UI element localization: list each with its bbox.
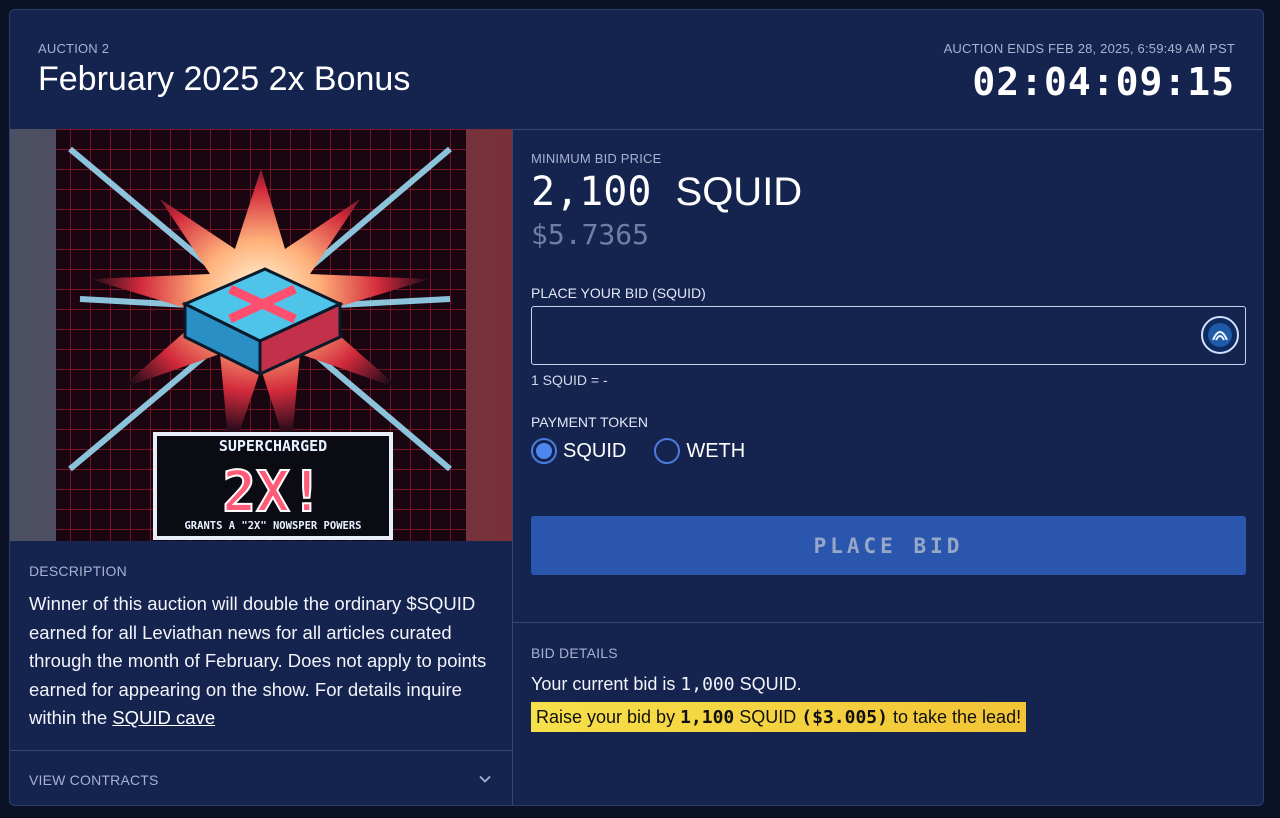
squid-token-icon <box>1201 316 1239 354</box>
auction-end-time: AUCTION ENDS FEB 28, 2025, 6:59:49 AM PS… <box>943 41 1235 56</box>
place-bid-button[interactable]: PLACE BID <box>531 516 1246 575</box>
view-contracts-label: VIEW CONTRACTS <box>29 772 159 788</box>
payment-option-weth[interactable]: WETH <box>654 438 745 464</box>
squid-cave-link[interactable]: SQUID cave <box>112 707 215 728</box>
radio-button-selected[interactable] <box>531 438 557 464</box>
radio-button[interactable] <box>654 438 681 464</box>
raise-amount: 1,100 <box>680 707 735 728</box>
view-contracts-toggle[interactable]: VIEW CONTRACTS <box>10 750 512 805</box>
minimum-bid-label: MINIMUM BID PRICE <box>531 151 662 166</box>
description-label: DESCRIPTION <box>29 563 127 579</box>
minimum-bid-value: 2,100 <box>531 169 652 215</box>
description-section: DESCRIPTION Winner of this auction will … <box>10 541 512 751</box>
exchange-rate: 1 SQUID = - <box>531 372 608 388</box>
artwork-image: SUPERCHARGED 2X! GRANTS A "2X" NOWSPER P… <box>10 129 512 541</box>
bid-input-wrapper <box>531 306 1246 366</box>
current-bid-text: Your current bid is 1,000 SQUID. <box>531 674 802 695</box>
bid-details-label: BID DETAILS <box>531 645 618 661</box>
raise-usd: ($3.005) <box>801 707 888 728</box>
current-bid-value: 1,000 <box>680 674 735 695</box>
minimum-bid-unit: SQUID <box>675 170 803 214</box>
bid-panel: MINIMUM BID PRICE 2,100 SQUID $5.7365 PL… <box>513 129 1263 805</box>
bid-input-label: PLACE YOUR BID (SQUID) <box>531 285 706 301</box>
auction-header: AUCTION 2 February 2025 2x Bonus AUCTION… <box>10 10 1263 130</box>
artwork-big-text: 2X! <box>222 460 323 525</box>
divider <box>513 622 1263 623</box>
minimum-bid-usd: $5.7365 <box>531 218 650 251</box>
description-text: Winner of this auction will double the o… <box>29 590 494 733</box>
minimum-bid-price: 2,100 SQUID <box>531 169 802 215</box>
payment-option-squid[interactable]: SQUID <box>531 438 626 464</box>
artwork-top-text: SUPERCHARGED <box>219 437 327 455</box>
auction-card: AUCTION 2 February 2025 2x Bonus AUCTION… <box>9 9 1264 806</box>
payment-option-label: SQUID <box>563 439 627 462</box>
payment-token-label: PAYMENT TOKEN <box>531 414 648 430</box>
auction-artwork: SUPERCHARGED 2X! GRANTS A "2X" NOWSPER P… <box>10 129 512 541</box>
page-title: February 2025 2x Bonus <box>38 60 411 98</box>
chevron-down-icon <box>479 775 491 783</box>
left-column: SUPERCHARGED 2X! GRANTS A "2X" NOWSPER P… <box>10 129 513 805</box>
raise-bid-notice: Raise your bid by 1,100 SQUID ($3.005) t… <box>531 702 1027 732</box>
countdown-timer: 02:04:09:15 <box>972 60 1235 104</box>
bid-amount-input[interactable] <box>532 307 1188 366</box>
description-body: Winner of this auction will double the o… <box>29 593 487 728</box>
payment-option-label: WETH <box>686 439 746 462</box>
auction-number: AUCTION 2 <box>38 41 110 56</box>
artwork-bottom-text: GRANTS A "2X" NOWSPER POWERS <box>184 520 361 532</box>
payment-token-options: SQUID WETH <box>531 435 773 467</box>
